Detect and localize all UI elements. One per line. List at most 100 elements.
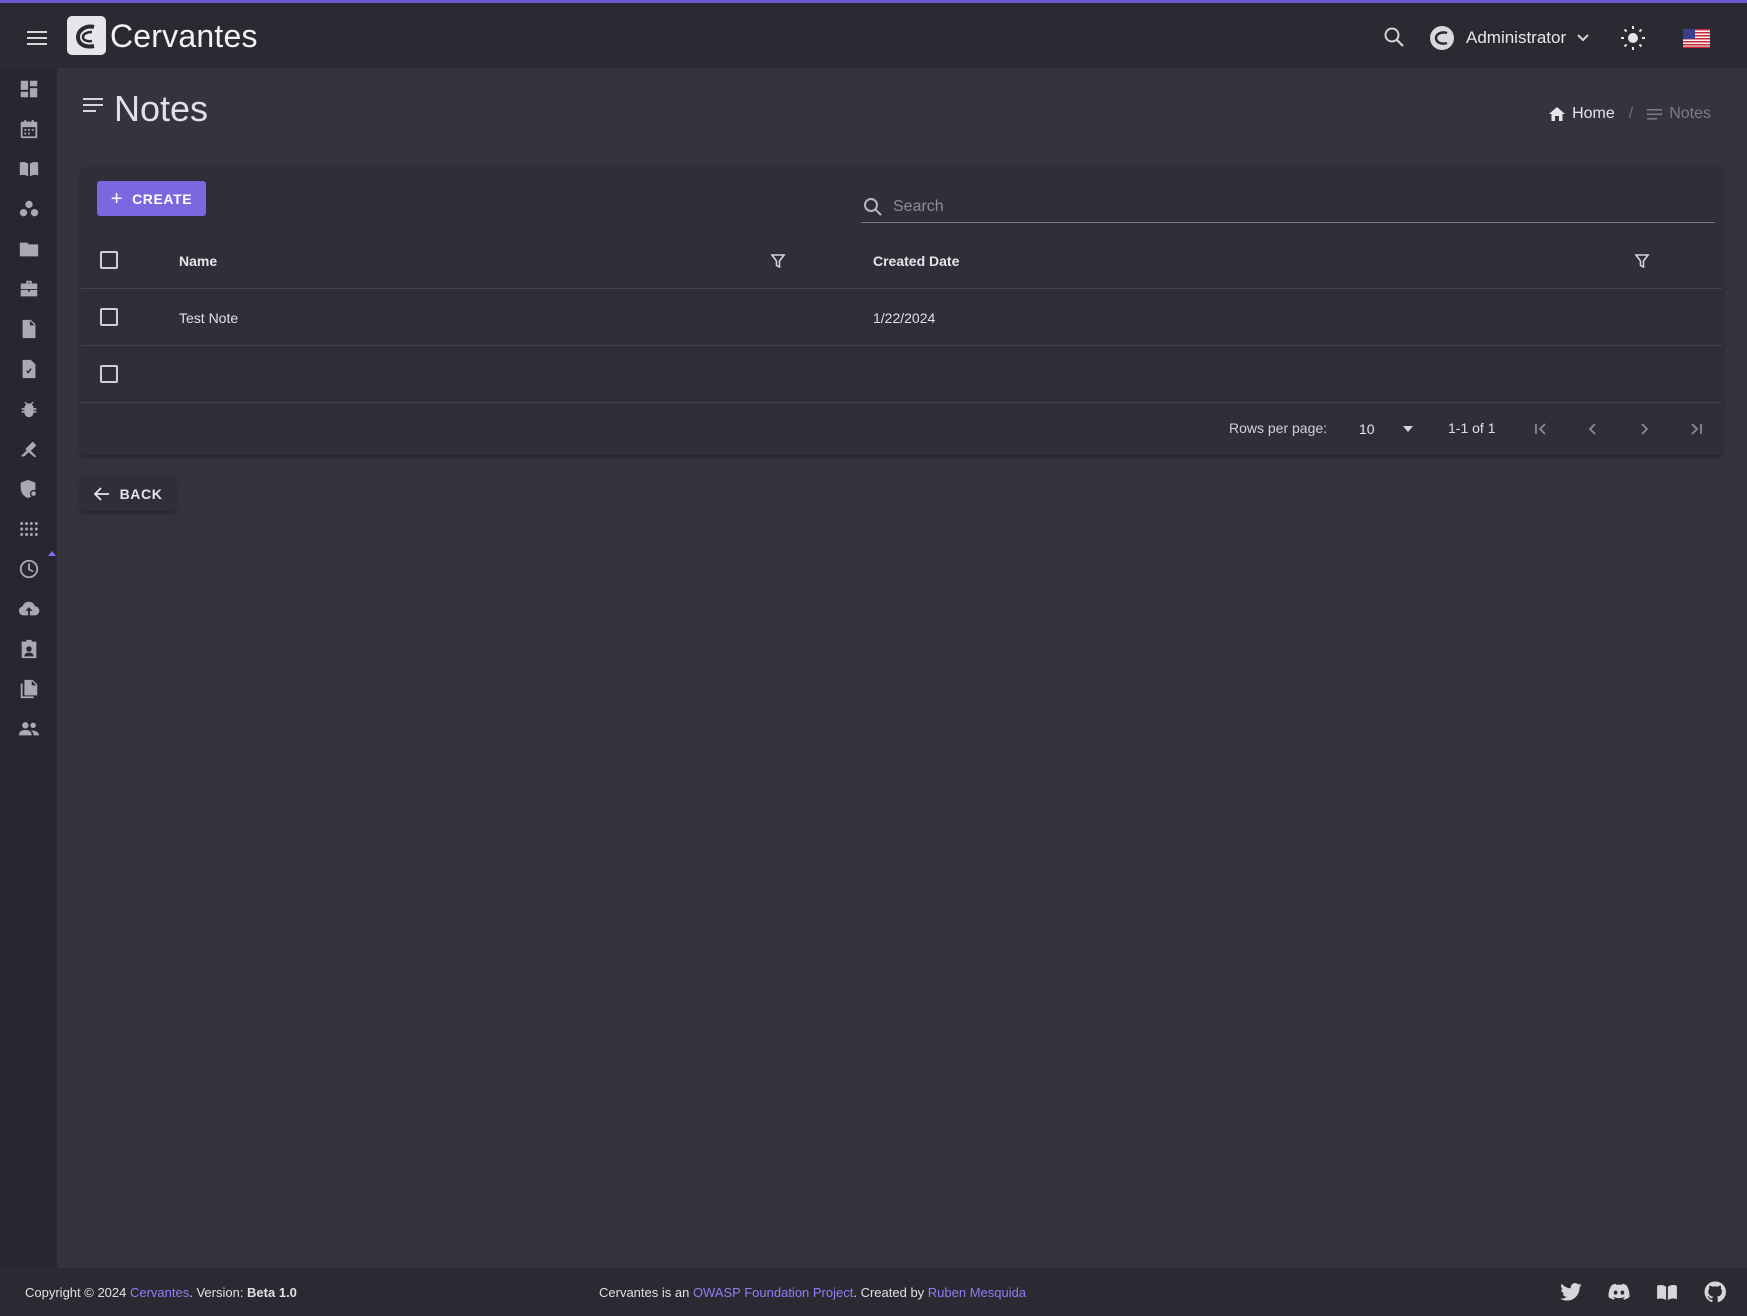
copyright-text: Copyright © 2024 xyxy=(25,1285,130,1300)
menu-toggle-icon[interactable] xyxy=(22,23,52,53)
search-icon[interactable] xyxy=(1382,25,1408,51)
sidebar-item-targets[interactable] xyxy=(14,434,44,464)
plus-icon: + xyxy=(110,187,124,210)
table-row[interactable]: Test Note 1/22/2024 xyxy=(81,289,1722,346)
breadcrumb-separator: / xyxy=(1628,105,1634,122)
docs-book-icon[interactable] xyxy=(1655,1280,1679,1304)
column-header-created-date[interactable]: Created Date xyxy=(873,253,959,269)
briefcase-icon xyxy=(20,280,38,297)
sidebar-item-clients[interactable] xyxy=(14,194,44,224)
expand-caret-icon[interactable] xyxy=(48,551,56,556)
sidebar xyxy=(0,68,57,1268)
table-header: Name Created Date xyxy=(81,231,1722,289)
dropdown-arrow-icon xyxy=(1403,426,1413,432)
language-flag-icon[interactable] xyxy=(1683,29,1710,48)
last-page-button[interactable] xyxy=(1682,415,1710,443)
folder-icon xyxy=(19,242,39,257)
twitter-icon[interactable] xyxy=(1559,1280,1583,1304)
row-checkbox[interactable] xyxy=(100,365,118,383)
bug-icon xyxy=(21,401,37,418)
sidebar-item-projects[interactable] xyxy=(14,234,44,264)
sidebar-item-contacts[interactable] xyxy=(14,634,44,664)
created-by-text: . Created by xyxy=(853,1285,928,1300)
breadcrumb-current-label: Notes xyxy=(1669,105,1711,122)
discord-icon[interactable] xyxy=(1607,1280,1631,1304)
select-all-checkbox[interactable] xyxy=(100,251,118,269)
breadcrumb: Home / Notes xyxy=(1548,105,1711,123)
sidebar-item-apps[interactable] xyxy=(14,514,44,544)
avatar xyxy=(1430,26,1454,50)
file-copy-icon xyxy=(20,679,38,699)
rows-per-page-value: 10 xyxy=(1359,421,1375,437)
sidebar-item-calendar[interactable] xyxy=(14,114,44,144)
grid-dots-icon xyxy=(20,522,38,536)
notes-icon xyxy=(83,98,105,116)
sidebar-item-workspaces[interactable] xyxy=(14,154,44,184)
about-text: Cervantes is an xyxy=(599,1285,693,1300)
sidebar-item-reports[interactable] xyxy=(14,354,44,384)
sidebar-item-files[interactable] xyxy=(14,674,44,704)
version-prefix: . Version: xyxy=(189,1285,248,1300)
document-check-icon xyxy=(22,359,36,379)
cervantes-link[interactable]: Cervantes xyxy=(130,1285,189,1300)
book-open-icon xyxy=(19,161,39,177)
owasp-link[interactable]: OWASP Foundation Project xyxy=(693,1285,853,1300)
create-button-label: CREATE xyxy=(132,190,193,207)
theme-toggle-sun-icon[interactable] xyxy=(1620,25,1646,51)
footer-copyright: Copyright © 2024 Cervantes. Version: Bet… xyxy=(25,1285,297,1300)
breadcrumb-home-label: Home xyxy=(1572,105,1615,122)
created-date-cell: 1/22/2024 xyxy=(873,310,936,326)
author-link[interactable]: Ruben Mesquida xyxy=(928,1285,1026,1300)
contact-badge-icon xyxy=(21,639,37,659)
github-icon[interactable] xyxy=(1703,1280,1727,1304)
column-header-name[interactable]: Name xyxy=(179,253,217,269)
breadcrumb-home[interactable]: Home xyxy=(1548,105,1615,123)
pagination: Rows per page: 10 1-1 of 1 xyxy=(81,403,1722,455)
sidebar-item-dashboard[interactable] xyxy=(14,74,44,104)
next-page-button[interactable] xyxy=(1630,415,1658,443)
footer-social-links xyxy=(1535,1280,1727,1304)
search-input[interactable] xyxy=(893,197,1673,216)
chevron-down-icon xyxy=(1577,34,1589,42)
last-page-icon xyxy=(1691,423,1702,435)
first-page-icon xyxy=(1535,423,1546,435)
first-page-button[interactable] xyxy=(1527,415,1555,443)
clock-icon xyxy=(19,559,39,579)
previous-page-button[interactable] xyxy=(1579,415,1607,443)
targets-icon xyxy=(20,441,37,458)
cloud-upload-icon xyxy=(18,601,40,616)
dashboard-icon xyxy=(20,80,38,98)
sidebar-item-security[interactable] xyxy=(14,474,44,504)
sidebar-item-users[interactable] xyxy=(14,714,44,744)
user-menu[interactable]: Administrator xyxy=(1430,23,1590,53)
rows-per-page-select[interactable]: 10 xyxy=(1359,414,1439,444)
page-title: Notes xyxy=(114,88,209,129)
create-button[interactable]: + CREATE xyxy=(97,181,206,216)
filter-created-date-icon[interactable] xyxy=(1634,253,1650,269)
filter-name-icon[interactable] xyxy=(770,253,786,269)
footer-about: Cervantes is an OWASP Foundation Project… xyxy=(599,1285,1026,1300)
app-logo[interactable] xyxy=(67,16,106,55)
rows-per-page-label: Rows per page: xyxy=(1229,420,1328,436)
breadcrumb-current: Notes xyxy=(1647,105,1711,123)
back-button[interactable]: BACK xyxy=(81,476,175,511)
version-value: Beta 1.0 xyxy=(247,1285,297,1300)
sidebar-item-documents[interactable] xyxy=(14,314,44,344)
table-row[interactable] xyxy=(81,346,1722,403)
home-icon xyxy=(1549,107,1566,121)
people-icon xyxy=(18,722,40,736)
notes-table-card: + CREATE Name Created Date Test Note 1/2… xyxy=(81,167,1722,455)
arrow-left-icon xyxy=(93,486,109,501)
sidebar-item-history[interactable] xyxy=(14,554,44,584)
app-title[interactable]: Cervantes xyxy=(110,18,258,55)
bubbles-icon xyxy=(19,200,39,217)
sidebar-item-vulns[interactable] xyxy=(14,394,44,424)
notes-icon xyxy=(1647,108,1663,120)
row-checkbox[interactable] xyxy=(100,308,118,326)
page-range: 1-1 of 1 xyxy=(1448,420,1496,436)
chevron-left-icon xyxy=(1588,423,1596,435)
sidebar-item-upload[interactable] xyxy=(14,594,44,624)
note-name-cell: Test Note xyxy=(179,310,239,326)
footer: Copyright © 2024 Cervantes. Version: Bet… xyxy=(0,1268,1747,1316)
sidebar-item-jobs[interactable] xyxy=(14,274,44,304)
